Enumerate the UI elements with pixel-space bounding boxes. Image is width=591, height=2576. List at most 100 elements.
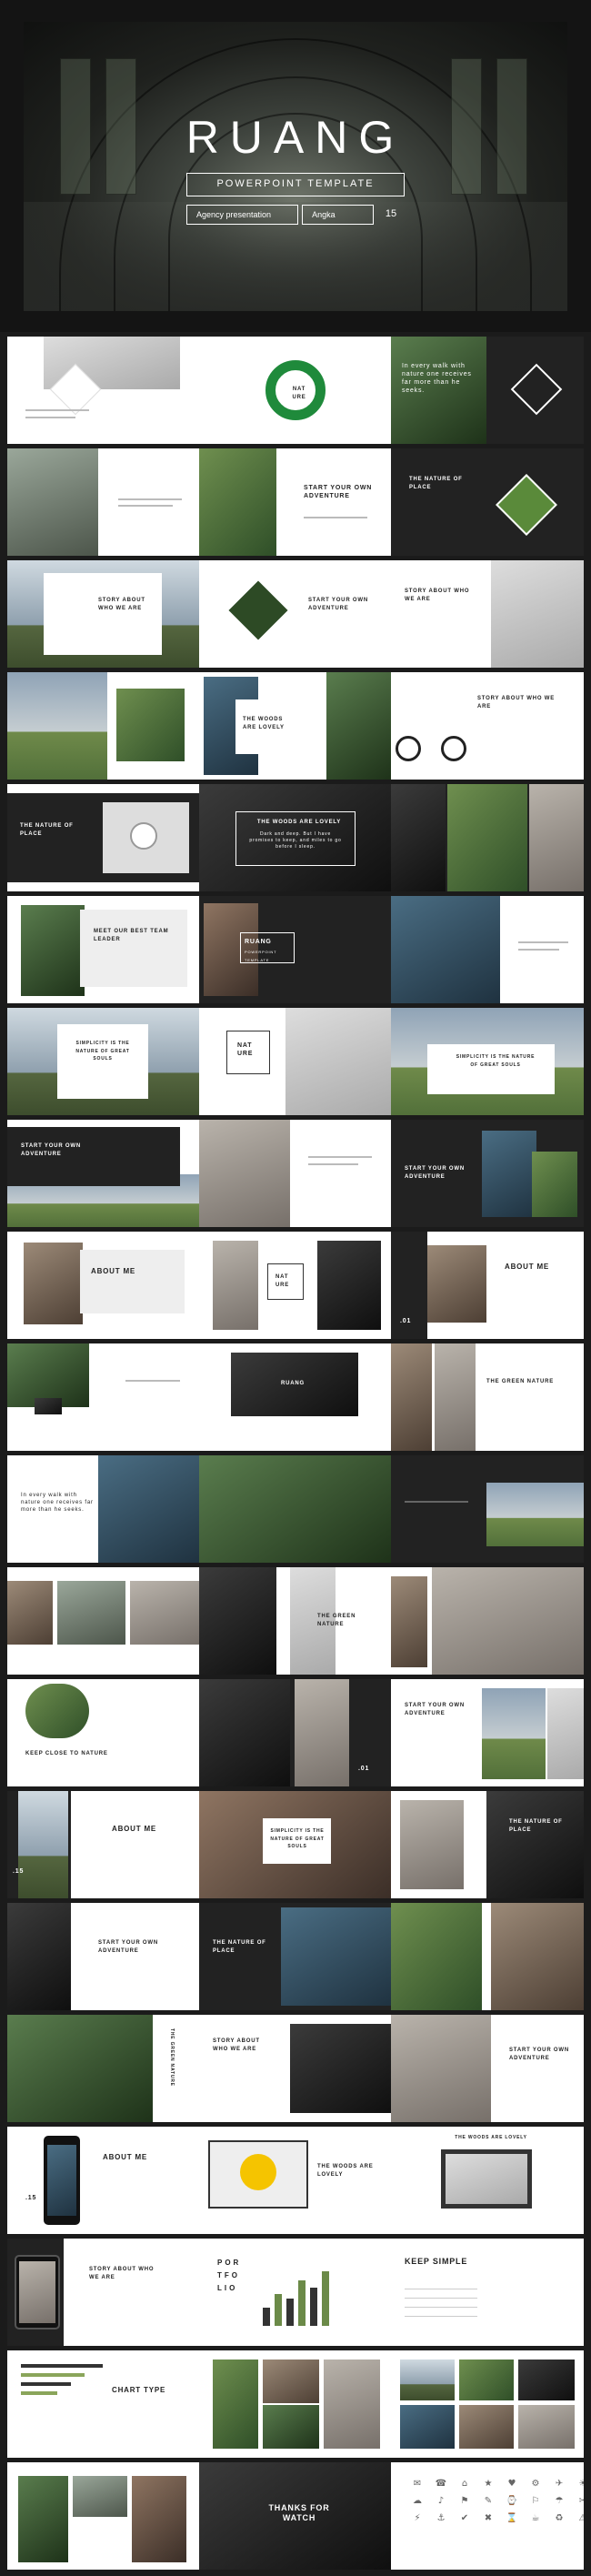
slide-thumb-20[interactable]: NAT URE — [199, 1008, 392, 1115]
icon-8-icon: ☁ — [413, 2496, 422, 2506]
slide-thumb-6[interactable]: THE NATURE OF PLACE — [391, 448, 584, 556]
slide-title: CHART TYPE — [112, 2386, 166, 2394]
cover-number: 15 — [385, 208, 397, 219]
slide-thumb-48[interactable]: START YOUR OWN ADVENTURE — [391, 2015, 584, 2122]
icon-3-icon: ★ — [484, 2479, 493, 2489]
slide-thumb-53[interactable]: POR TFO LIO — [199, 2239, 392, 2346]
slide-thumb-3[interactable]: In every walk with nature one receives f… — [391, 337, 584, 444]
slide-thumb-18[interactable] — [391, 896, 584, 1003]
icon-1-icon: ☎ — [435, 2479, 447, 2489]
slide-thumb-38[interactable]: .01 — [199, 1679, 392, 1786]
slide-thumb-52[interactable]: STORY ABOUT WHO WE ARE — [7, 2239, 200, 2346]
slide-thumb-57[interactable] — [391, 2350, 584, 2458]
slide-thumb-26[interactable]: NAT URE — [199, 1232, 392, 1339]
slide-title: THE GREEN NATURE — [317, 1614, 356, 1627]
icon-22-icon: ♻ — [555, 2513, 564, 2523]
slide-number: .01 — [400, 1318, 412, 1324]
slide-thumb-17[interactable]: RUANG POWERPOINT TEMPLATE — [199, 896, 392, 1003]
slide-title: START YOUR OWN ADVENTURE — [509, 2048, 569, 2061]
slide-thumb-43[interactable]: START YOUR OWN ADVENTURE — [7, 1903, 200, 2010]
slide-title: START YOUR OWN ADVENTURE — [405, 1166, 465, 1180]
slide-number: .01 — [358, 1766, 370, 1772]
slide-box-text: NAT URE — [237, 1042, 254, 1057]
slide-thumb-14[interactable]: THE WOODS ARE LOVELY Dark and deep. But … — [199, 784, 392, 891]
slide-thumb-22[interactable]: START YOUR OWN ADVENTURE — [7, 1120, 200, 1227]
slide-thumb-58[interactable] — [7, 2462, 200, 2570]
ring-text: NAT URE — [292, 387, 306, 400]
slide-title: ABOUT ME — [112, 1825, 157, 1833]
slide-thumb-49[interactable]: .15 ABOUT ME — [7, 2127, 200, 2234]
slide-thumb-55[interactable]: CHART TYPE — [7, 2350, 200, 2458]
slide-thumb-24[interactable]: START YOUR OWN ADVENTURE — [391, 1120, 584, 1227]
slide-thumb-21[interactable]: SIMPLICITY IS THE NATURE OF GREAT SOULS — [391, 1008, 584, 1115]
slide-thumb-28[interactable] — [7, 1343, 200, 1451]
icon-0-icon: ✉ — [413, 2479, 422, 2489]
slide-thumb-33[interactable] — [391, 1455, 584, 1563]
slide-thumb-44[interactable]: THE NATURE OF PLACE — [199, 1903, 392, 2010]
slide-thumb-46[interactable]: THE GREEN NATURE — [7, 2015, 200, 2122]
slide-thumb-9[interactable]: STORY ABOUT WHO WE ARE — [391, 560, 584, 668]
slide-thumb-11[interactable]: THE WOODS ARE LOVELY — [199, 672, 392, 780]
slide-thumb-36[interactable] — [391, 1567, 584, 1675]
slide-thumb-60[interactable]: ✉ ☎ ⌂ ★ ♥ ⚙ ✈ ☀ ☁ ♪ ⚑ ✎ ⌚ ⚐ ☂ ✂ ⚡ ⚓ ✔ ✖ ⌛ ☕ ♻ ⚠ — [391, 2462, 584, 2570]
slide-title: STORY ABOUT WHO WE ARE — [405, 589, 470, 602]
icon-9-icon: ♪ — [437, 2496, 445, 2506]
icon-2-icon: ⌂ — [461, 2479, 468, 2489]
quote-text: In every walk with nature one receives f… — [21, 1493, 94, 1513]
icon-21-icon: ☕ — [531, 2513, 540, 2523]
slide-title: SIMPLICITY IS THE NATURE OF GREAT SOULS — [75, 1041, 130, 1062]
slide-thumb-59[interactable]: THANKS FOR WATCH — [199, 2462, 392, 2570]
cover-subtitle: POWERPOINT TEMPLATE — [186, 173, 405, 196]
icon-11-icon: ✎ — [484, 2496, 493, 2506]
slide-thumb-56[interactable] — [199, 2350, 392, 2458]
icon-23-icon: ⚠ — [578, 2513, 584, 2523]
slide-thumb-42[interactable]: THE NATURE OF PLACE — [391, 1791, 584, 1898]
slide-thumb-51[interactable]: THE WOODS ARE LOVELY — [391, 2127, 584, 2234]
slide-thumb-16[interactable]: MEET OUR BEST TEAM LEADER — [7, 896, 200, 1003]
slide-thumb-2[interactable]: NAT URE — [199, 337, 392, 444]
slide-title: START YOUR OWN ADVENTURE — [308, 598, 368, 611]
slide-thumb-40[interactable]: .15 ABOUT ME — [7, 1791, 200, 1898]
icon-14-icon: ☂ — [555, 2496, 564, 2506]
slide-title: ABOUT ME — [103, 2153, 148, 2161]
slide-thumb-15[interactable] — [391, 784, 584, 891]
slide-thumb-31[interactable]: In every walk with nature one receives f… — [7, 1455, 200, 1563]
slide-thumb-8[interactable]: START YOUR OWN ADVENTURE — [199, 560, 392, 668]
slide-title: RUANG — [245, 939, 272, 945]
slide-thumb-1[interactable] — [7, 337, 200, 444]
slide-thumb-45[interactable] — [391, 1903, 584, 2010]
slide-title: THE NATURE OF PLACE — [20, 823, 74, 837]
slide-thumb-5[interactable]: START YOUR OWN ADVENTURE — [199, 448, 392, 556]
tag-brand: Angka — [302, 205, 374, 225]
slide-thumb-50[interactable]: THE WOODS ARE LOVELY — [199, 2127, 392, 2234]
slide-thumb-32[interactable] — [199, 1455, 392, 1563]
slide-number: .15 — [25, 2195, 37, 2201]
slide-thumb-27[interactable]: .01 ABOUT ME — [391, 1232, 584, 1339]
slide-thumb-47[interactable]: STORY ABOUT WHO WE ARE — [199, 2015, 392, 2122]
slide-thumb-25[interactable]: ABOUT ME — [7, 1232, 200, 1339]
slide-thumb-19[interactable]: SIMPLICITY IS THE NATURE OF GREAT SOULS — [7, 1008, 200, 1115]
icon-5-icon: ⚙ — [531, 2479, 540, 2489]
slide-thumb-41[interactable]: SIMPLICITY IS THE NATURE OF GREAT SOULS — [199, 1791, 392, 1898]
slide-title: STORY ABOUT WHO WE ARE — [89, 2267, 155, 2280]
slide-thumb-39[interactable]: START YOUR OWN ADVENTURE — [391, 1679, 584, 1786]
slide-thumb-30[interactable]: THE GREEN NATURE — [391, 1343, 584, 1451]
slide-thumb-7[interactable]: STORY ABOUT WHO WE ARE — [7, 560, 200, 668]
slide-thumb-37[interactable]: KEEP CLOSE TO NATURE — [7, 1679, 200, 1786]
slide-thumb-34[interactable] — [7, 1567, 200, 1675]
slide-thumb-29[interactable]: RUANG — [199, 1343, 392, 1451]
slide-title: THANKS FOR WATCH — [268, 2503, 330, 2522]
slide-thumb-10[interactable] — [7, 672, 200, 780]
cover-title: RUANG — [185, 112, 406, 163]
slide-thumb-13[interactable]: THE NATURE OF PLACE — [7, 784, 200, 891]
slide-title: MEET OUR BEST TEAM LEADER — [94, 929, 169, 942]
icon-10-icon: ⚑ — [460, 2496, 469, 2506]
tag-agency: Agency presentation — [186, 205, 299, 225]
slide-thumb-54[interactable]: KEEP SIMPLE — [391, 2239, 584, 2346]
slide-thumb-12[interactable]: STORY ABOUT WHO WE ARE — [391, 672, 584, 780]
slide-thumb-23[interactable] — [199, 1120, 392, 1227]
slide-thumb-35[interactable]: THE GREEN NATURE — [199, 1567, 392, 1675]
slide-thumb-4[interactable] — [7, 448, 200, 556]
slide-title: THE NATURE OF PLACE — [509, 1819, 563, 1833]
slide-title: START YOUR OWN ADVENTURE — [304, 485, 373, 499]
